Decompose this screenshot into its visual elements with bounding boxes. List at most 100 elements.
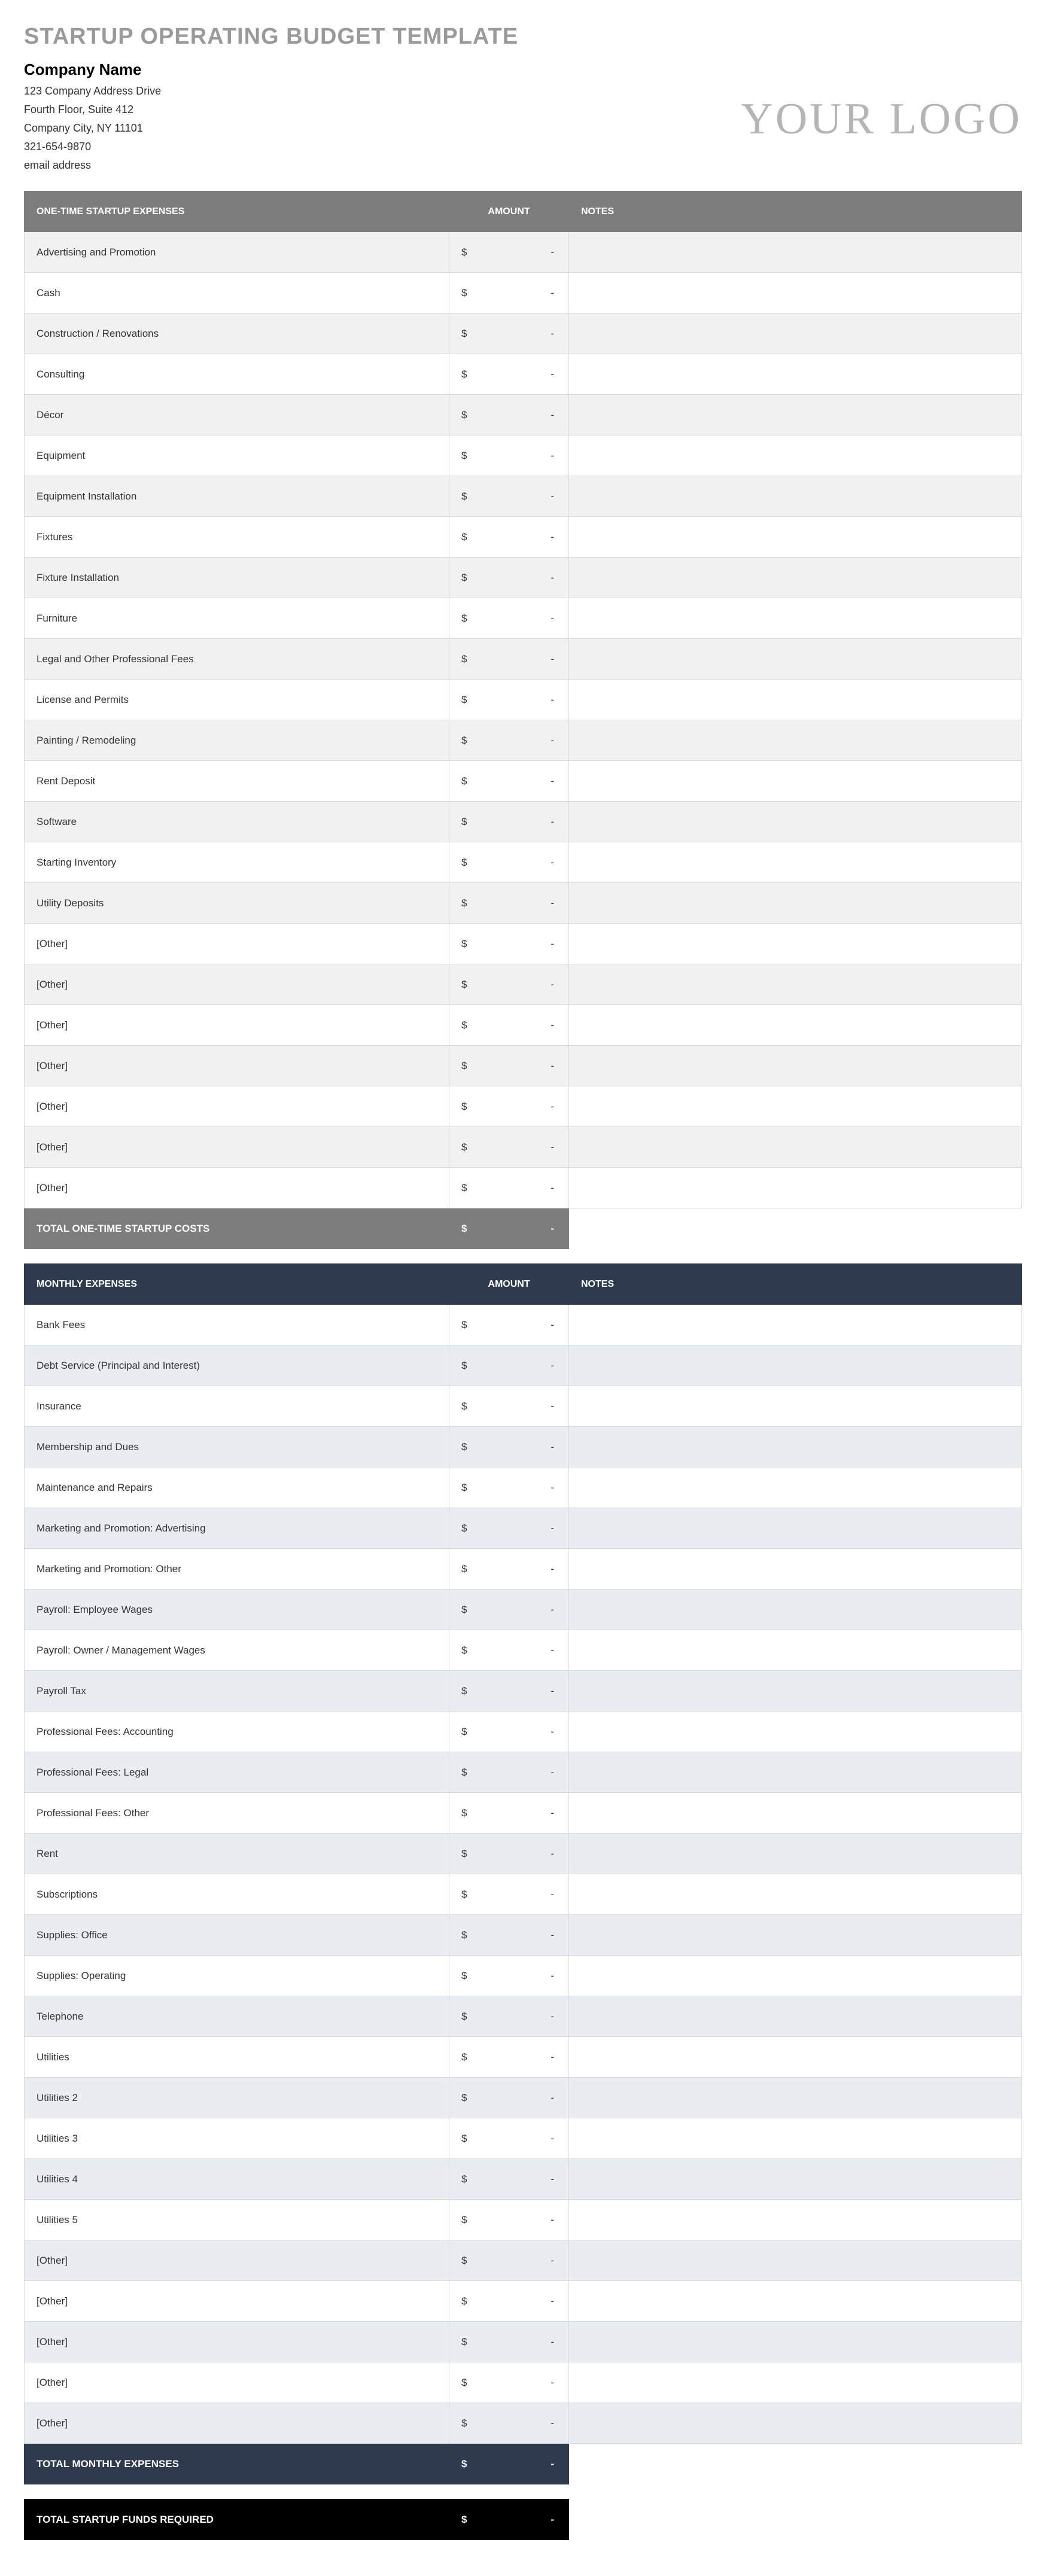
expense-name: Equipment [25,436,449,476]
expense-amount: $- [449,273,569,313]
expense-notes [569,924,1022,964]
expense-amount: $- [449,2403,569,2444]
expense-notes [569,842,1022,883]
expense-name: [Other] [25,2281,449,2322]
expense-notes [569,1834,1022,1874]
expense-notes [569,1467,1022,1508]
expense-name: Fixtures [25,517,449,558]
expense-amount: $- [449,598,569,639]
expense-amount: $- [449,2118,569,2159]
currency-symbol: $ [461,1929,467,1941]
expense-name: Payroll Tax [25,1671,449,1712]
expense-name: Debt Service (Principal and Interest) [25,1345,449,1386]
table-row: Décor$- [25,395,1022,436]
amount-value: - [461,775,557,787]
page-title: STARTUP OPERATING BUDGET TEMPLATE [24,24,1022,50]
currency-symbol: $ [461,1848,467,1860]
expense-name: Professional Fees: Accounting [25,1712,449,1752]
amount-value: - [461,1970,557,1982]
currency-symbol: $ [461,2214,467,2226]
currency-symbol: $ [461,2417,467,2429]
expense-name: [Other] [25,1168,449,1208]
expense-name: Construction / Renovations [25,313,449,354]
currency-symbol: $ [461,1223,467,1235]
table-row: Legal and Other Professional Fees$- [25,639,1022,680]
amount-value: - [461,613,557,625]
currency-symbol: $ [461,246,467,258]
amount-value: - [461,1848,557,1860]
expense-notes [569,1590,1022,1630]
expense-notes [569,1712,1022,1752]
expense-name: Starting Inventory [25,842,449,883]
expense-name: Payroll: Owner / Management Wages [25,1630,449,1671]
expense-notes [569,273,1022,313]
amount-value: - [461,1019,557,1031]
expense-notes [569,680,1022,720]
expense-notes [569,2322,1022,2362]
expense-notes [569,558,1022,598]
expense-amount: $- [449,802,569,842]
currency-symbol: $ [461,1482,467,1494]
table-row: Payroll: Owner / Management Wages$- [25,1630,1022,1671]
amount-value: - [461,1141,557,1153]
currency-symbol: $ [461,328,467,340]
currency-symbol: $ [461,653,467,665]
amount-value: - [461,1482,557,1494]
table-row: Telephone$- [25,1996,1022,2037]
expense-notes [569,232,1022,273]
expense-notes [569,2078,1022,2118]
expense-notes [569,761,1022,802]
currency-symbol: $ [461,2377,467,2389]
expense-name: Bank Fees [25,1305,449,1345]
expense-amount: $- [449,1874,569,1915]
expense-name: Utilities 4 [25,2159,449,2200]
currency-symbol: $ [461,1441,467,1453]
expense-name: Supplies: Operating [25,1956,449,1996]
table-row: Payroll: Employee Wages$- [25,1590,1022,1630]
expense-amount: $- [449,313,569,354]
monthly-head-name: MONTHLY EXPENSES [25,1264,449,1305]
currency-symbol: $ [461,2173,467,2185]
table-row: [Other]$- [25,924,1022,964]
expense-amount: $- [449,1427,569,1467]
expense-name: Rent Deposit [25,761,449,802]
company-email: email address [24,159,161,172]
expense-notes [569,2037,1022,2078]
expense-name: Painting / Remodeling [25,720,449,761]
expense-notes [569,517,1022,558]
table-row: Marketing and Promotion: Advertising$- [25,1508,1022,1549]
amount-value: - [461,1767,557,1779]
currency-symbol: $ [461,1060,467,1072]
expense-name: [Other] [25,964,449,1005]
company-phone: 321-654-9870 [24,141,161,153]
table-row: Utilities 5$- [25,2200,1022,2240]
grand-total-label: TOTAL STARTUP FUNDS REQUIRED [25,2499,449,2540]
amount-value: - [461,979,557,991]
grand-total-amount: $ - [449,2499,569,2540]
expense-amount: $- [449,395,569,436]
table-row: Starting Inventory$- [25,842,1022,883]
expense-name: Payroll: Employee Wages [25,1590,449,1630]
expense-notes [569,1386,1022,1427]
grand-total-table: TOTAL STARTUP FUNDS REQUIRED $ - [24,2499,569,2540]
expense-amount: $- [449,1549,569,1590]
onetime-total-value: - [461,1223,557,1235]
expense-amount: $- [449,2240,569,2281]
amount-value: - [461,816,557,828]
table-row: Fixtures$- [25,517,1022,558]
expense-amount: $- [449,1127,569,1168]
table-row: Membership and Dues$- [25,1427,1022,1467]
currency-symbol: $ [461,450,467,462]
currency-symbol: $ [461,938,467,950]
onetime-total-amount: $ - [449,1208,569,1249]
table-row: [Other]$- [25,1086,1022,1127]
currency-symbol: $ [461,491,467,503]
expense-notes [569,883,1022,924]
table-row: Supplies: Office$- [25,1915,1022,1956]
expense-notes [569,639,1022,680]
table-row: [Other]$- [25,2281,1022,2322]
currency-symbol: $ [461,1019,467,1031]
expense-notes [569,1127,1022,1168]
expense-name: [Other] [25,2403,449,2444]
expense-notes [569,1046,1022,1086]
